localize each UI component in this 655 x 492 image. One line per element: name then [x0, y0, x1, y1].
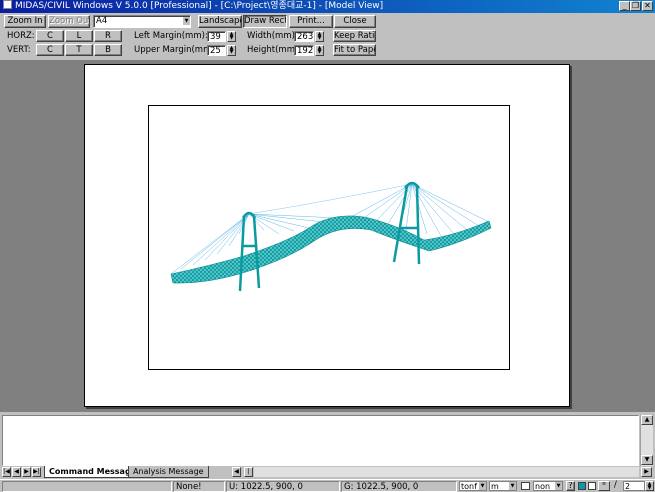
- scroll-up-icon[interactable]: ▲: [641, 415, 653, 425]
- tab-prev-icon[interactable]: ◀: [12, 467, 21, 477]
- color-swatch-icon[interactable]: [578, 482, 586, 490]
- fit-to-paper-button[interactable]: Fit to Paper: [333, 44, 376, 56]
- hscroll-right-icon[interactable]: ▶: [641, 467, 652, 477]
- message-window[interactable]: [2, 415, 639, 466]
- filter-value: non: [535, 482, 551, 491]
- title-bar: MIDAS/CIVIL Windows V 5.0.0 [Professiona…: [0, 0, 655, 13]
- tab-command-message[interactable]: Command Message: [44, 466, 142, 478]
- zoom-in-button[interactable]: Zoom In: [4, 15, 46, 28]
- tab-last-icon[interactable]: ▶|: [32, 467, 41, 477]
- bridge-model-view: [170, 181, 492, 292]
- horz-right-button[interactable]: R: [94, 30, 122, 42]
- height-input[interactable]: 192: [294, 45, 314, 56]
- close-button[interactable]: Close: [334, 15, 376, 28]
- print-button[interactable]: Print...: [289, 15, 333, 28]
- status-bar: None! U: 1022.5, 900, 0 G: 1022.5, 900, …: [0, 479, 655, 492]
- left-margin-input[interactable]: 39: [207, 31, 226, 42]
- bridge-deck: [170, 215, 492, 284]
- width-spinner[interactable]: ▲ ▼: [315, 31, 324, 42]
- vert-center-button[interactable]: C: [36, 44, 64, 56]
- restore-button[interactable]: ❐: [630, 1, 641, 11]
- hscroll-thumb[interactable]: |: [244, 467, 253, 477]
- vert-top-button[interactable]: T: [65, 44, 93, 56]
- selection-status: None!: [173, 481, 225, 492]
- layer-icon[interactable]: ≡: [598, 481, 610, 491]
- chevron-down-icon: ▼: [555, 482, 562, 490]
- draw-rect-button[interactable]: Draw Rect.: [243, 15, 287, 28]
- paper-size-select[interactable]: A4 ▼: [93, 15, 191, 28]
- vertical-scrollbar[interactable]: ▲ ▼: [640, 415, 653, 466]
- left-margin-label: Left Margin(mm):: [134, 31, 208, 41]
- vert-bottom-button[interactable]: B: [94, 44, 122, 56]
- chevron-down-icon: ▼: [479, 482, 486, 490]
- g-coordinate: G: 1022.5, 900, 0: [341, 481, 457, 492]
- message-tab-row: |◀ ◀ ▶ ▶| Command Message Analysis Messa…: [0, 466, 655, 479]
- vert-label: VERT:: [7, 45, 31, 55]
- length-unit-value: m: [491, 482, 499, 491]
- chevron-down-icon: ▼: [183, 17, 190, 25]
- height-spinner[interactable]: ▲ ▼: [315, 45, 324, 56]
- hscroll-left-icon[interactable]: ◀: [232, 467, 241, 477]
- page-separator: /: [614, 480, 617, 490]
- horizontal-scrollbar[interactable]: [254, 467, 639, 477]
- tab-next-icon[interactable]: ▶: [22, 467, 31, 477]
- zoom-out-button[interactable]: Zoom Out: [48, 15, 90, 28]
- pylon-left: [238, 211, 261, 292]
- force-unit-select[interactable]: tonf ▼: [459, 481, 487, 491]
- horz-center-button[interactable]: C: [36, 30, 64, 42]
- width-label: Width(mm):: [247, 31, 298, 41]
- minimize-button[interactable]: _: [619, 1, 630, 11]
- force-unit-value: tonf: [461, 482, 477, 491]
- left-margin-spinner[interactable]: ▲ ▼: [227, 31, 236, 42]
- upper-margin-input[interactable]: 25: [207, 45, 226, 56]
- paper-size-value: A4: [96, 16, 108, 26]
- filter-checkbox[interactable]: [521, 482, 530, 490]
- horz-label: HORZ:: [7, 31, 35, 41]
- color-swatch-white-icon[interactable]: [588, 482, 596, 490]
- app-icon: [3, 0, 12, 9]
- width-input[interactable]: 263: [294, 31, 314, 42]
- u-coordinate: U: 1022.5, 900, 0: [226, 481, 340, 492]
- print-rect[interactable]: [148, 105, 510, 370]
- scroll-down-icon[interactable]: ▼: [641, 455, 653, 465]
- close-window-button[interactable]: ✕: [642, 1, 653, 11]
- help-button[interactable]: ?: [566, 481, 575, 491]
- tab-first-icon[interactable]: |◀: [2, 467, 11, 477]
- tab-analysis-message[interactable]: Analysis Message: [128, 466, 209, 478]
- chevron-down-icon: ▼: [509, 482, 516, 490]
- length-unit-select[interactable]: m ▼: [489, 481, 517, 491]
- page-spinner[interactable]: ▲ ▼: [645, 481, 654, 491]
- upper-margin-spinner[interactable]: ▲ ▼: [227, 45, 236, 56]
- keep-ratio-button[interactable]: Keep Ratio: [333, 30, 376, 42]
- page-input[interactable]: 2: [623, 481, 645, 491]
- horz-left-button[interactable]: L: [65, 30, 93, 42]
- window-title: MIDAS/CIVIL Windows V 5.0.0 [Professiona…: [15, 1, 384, 11]
- upper-margin-label: Upper Margin(mm):: [134, 45, 218, 55]
- landscape-button[interactable]: Landscape: [198, 15, 242, 28]
- status-message-pane: [2, 481, 172, 492]
- filter-select[interactable]: non ▼: [533, 481, 563, 491]
